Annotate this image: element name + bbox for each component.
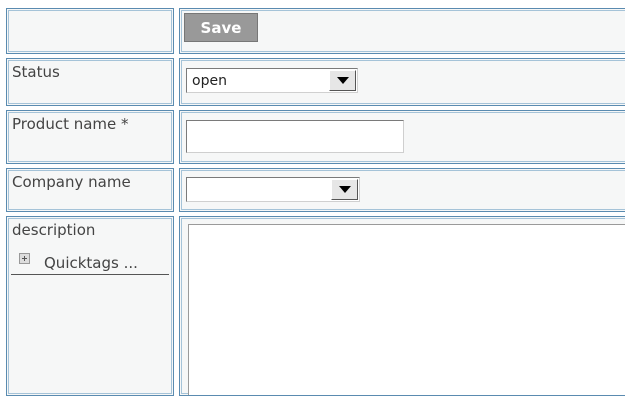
expand-plus-icon[interactable] bbox=[19, 253, 30, 264]
product-name-field-cell bbox=[179, 110, 625, 164]
description-field-cell bbox=[179, 216, 625, 396]
description-label-cell: description Quicktags ... bbox=[6, 216, 174, 396]
company-name-label-cell: Company name bbox=[6, 168, 174, 212]
save-cell: Save bbox=[179, 8, 625, 54]
company-name-field-cell bbox=[179, 168, 625, 212]
status-select-value: open bbox=[192, 72, 227, 89]
product-name-input[interactable] bbox=[186, 120, 404, 153]
quicktags-toggle[interactable]: Quicktags ... bbox=[11, 253, 169, 275]
status-field-cell: open bbox=[179, 58, 625, 106]
status-select[interactable]: open bbox=[186, 68, 358, 93]
empty-label-cell bbox=[6, 8, 174, 54]
product-name-label: Product name * bbox=[12, 115, 129, 133]
company-name-label: Company name bbox=[12, 173, 131, 191]
product-form: Save Status open Product name * Company … bbox=[0, 0, 625, 396]
status-label-cell: Status bbox=[6, 58, 174, 106]
dropdown-arrow-icon[interactable] bbox=[331, 179, 358, 200]
description-label: description bbox=[12, 221, 96, 239]
status-label: Status bbox=[12, 63, 60, 81]
company-name-select[interactable] bbox=[186, 177, 360, 202]
save-button[interactable]: Save bbox=[184, 13, 258, 42]
dropdown-arrow-icon[interactable] bbox=[329, 70, 356, 91]
quicktags-label[interactable]: Quicktags ... bbox=[44, 254, 138, 272]
description-textarea[interactable] bbox=[188, 224, 625, 395]
product-name-label-cell: Product name * bbox=[6, 110, 174, 164]
